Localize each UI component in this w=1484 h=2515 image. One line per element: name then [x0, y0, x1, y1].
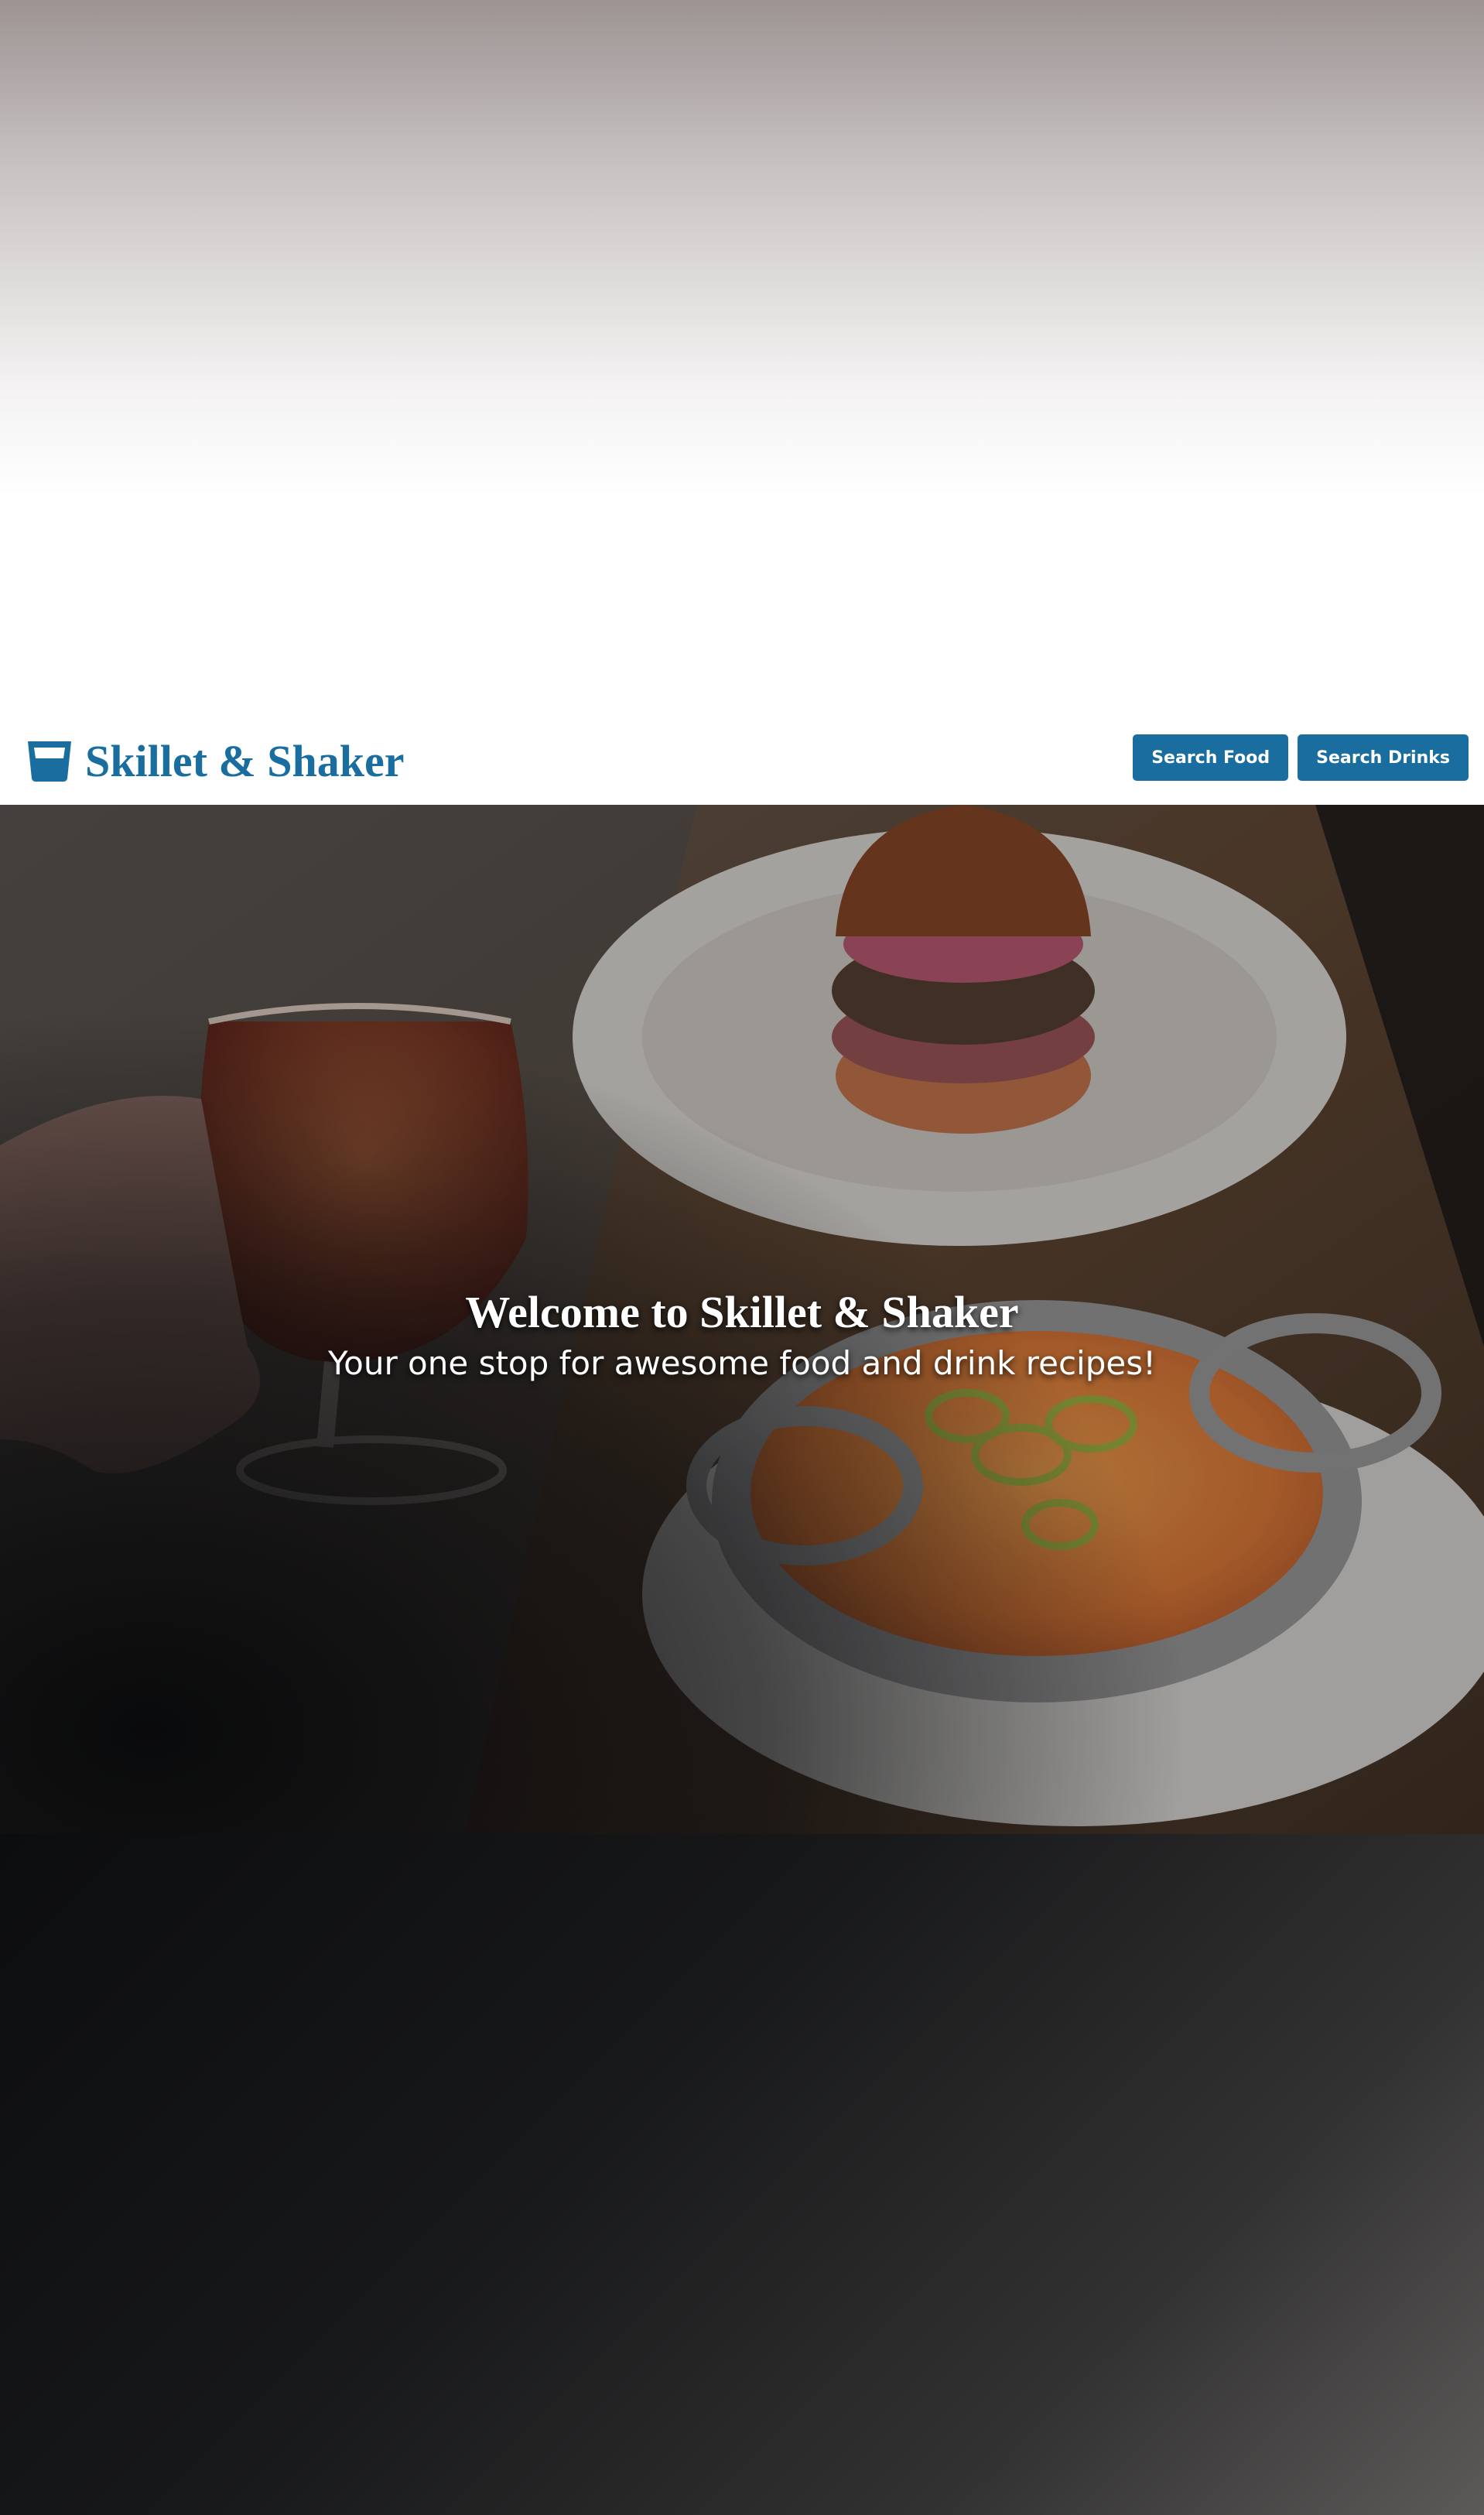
- glass-icon: [28, 741, 71, 782]
- nav-buttons: Search Food Search Drinks: [1133, 734, 1469, 781]
- brand[interactable]: Skillet & Shaker: [26, 735, 405, 788]
- navbar: Skillet & Shaker Search Food Search Drin…: [0, 720, 1484, 805]
- hero-subtitle: Your one stop for awesome food and drink…: [328, 1344, 1156, 1382]
- search-drinks-button[interactable]: Search Drinks: [1298, 734, 1469, 781]
- hero-section: Welcome to Skillet & Shaker Your one sto…: [0, 805, 1484, 1834]
- search-food-button[interactable]: Search Food: [1133, 734, 1289, 781]
- hero-text: Welcome to Skillet & Shaker Your one sto…: [0, 1285, 1484, 1387]
- top-gradient-band: [0, 0, 1484, 495]
- hero-title: Welcome to Skillet & Shaker: [465, 1287, 1019, 1337]
- brand-name: Skillet & Shaker: [85, 736, 405, 786]
- bottom-gradient-area: [0, 1834, 1484, 2515]
